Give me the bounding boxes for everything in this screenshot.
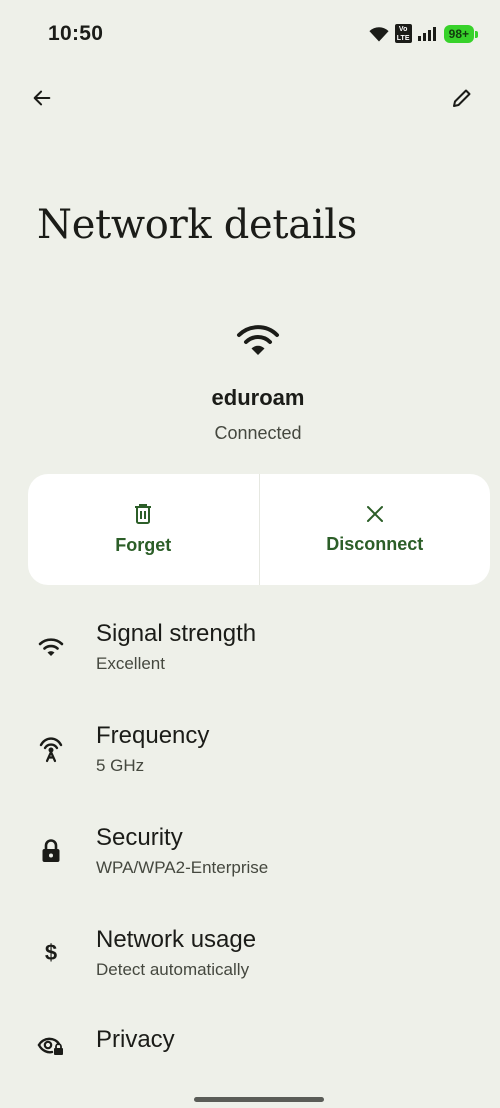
- list-item-frequency: Frequency 5 GHz: [0, 712, 500, 808]
- network-usage-value: Detect automatically: [96, 960, 250, 979]
- lock-icon: [36, 836, 66, 866]
- volte-top-label: Vo: [398, 25, 408, 33]
- edit-button[interactable]: [440, 76, 484, 120]
- pencil-icon: [453, 89, 471, 107]
- trash-icon: [135, 504, 152, 524]
- status-bar: 10:50 Vo LTE 98+: [0, 0, 500, 70]
- signal-strength-title: Signal strength: [96, 620, 257, 647]
- security-value: WPA/WPA2-Enterprise: [96, 858, 269, 877]
- battery-icon: 98+: [443, 24, 479, 43]
- disconnect-label: Disconnect: [326, 534, 424, 554]
- frequency-value: 5 GHz: [96, 756, 145, 775]
- status-time: 10:50: [48, 22, 104, 45]
- list-item-network-usage[interactable]: $ Network usage Detect automatically: [0, 916, 500, 1012]
- back-button[interactable]: [20, 76, 64, 120]
- arrow-back-icon: [33, 90, 51, 106]
- volte-icon: Vo LTE: [394, 24, 412, 43]
- privacy-title: Privacy: [96, 1026, 175, 1053]
- list-item-signal-strength: Signal strength Excellent: [0, 610, 500, 706]
- network-usage-title: Network usage: [96, 926, 257, 953]
- dollar-icon: $: [44, 940, 58, 965]
- frequency-title: Frequency: [96, 722, 210, 749]
- close-icon: [366, 506, 383, 522]
- forget-button[interactable]: Forget: [28, 474, 259, 585]
- forget-label: Forget: [115, 535, 172, 555]
- list-item-privacy[interactable]: Privacy: [0, 1016, 500, 1108]
- security-title: Security: [96, 824, 183, 851]
- status-icons: Vo LTE 98+: [369, 24, 479, 43]
- network-details-screen: 10:50 Vo LTE 98+ Network details eduroam…: [0, 0, 500, 1108]
- list-item-security: Security WPA/WPA2-Enterprise: [0, 814, 500, 910]
- wifi-icon: [237, 325, 279, 355]
- connection-status: Connected: [214, 423, 302, 443]
- antenna-icon: [36, 734, 66, 764]
- page-title: Network details: [37, 202, 357, 248]
- network-name: eduroam: [211, 385, 305, 410]
- home-indicator[interactable]: [194, 1097, 324, 1102]
- cellular-signal-icon: [417, 26, 436, 41]
- wifi-status-icon: [369, 26, 389, 41]
- disconnect-button[interactable]: Disconnect: [258, 474, 491, 585]
- wifi-signal-icon: [36, 632, 66, 662]
- privacy-icon: [36, 1030, 66, 1060]
- signal-strength-value: Excellent: [96, 654, 165, 673]
- volte-bottom-label: LTE: [396, 34, 410, 42]
- network-actions-card: Forget Disconnect: [28, 474, 490, 585]
